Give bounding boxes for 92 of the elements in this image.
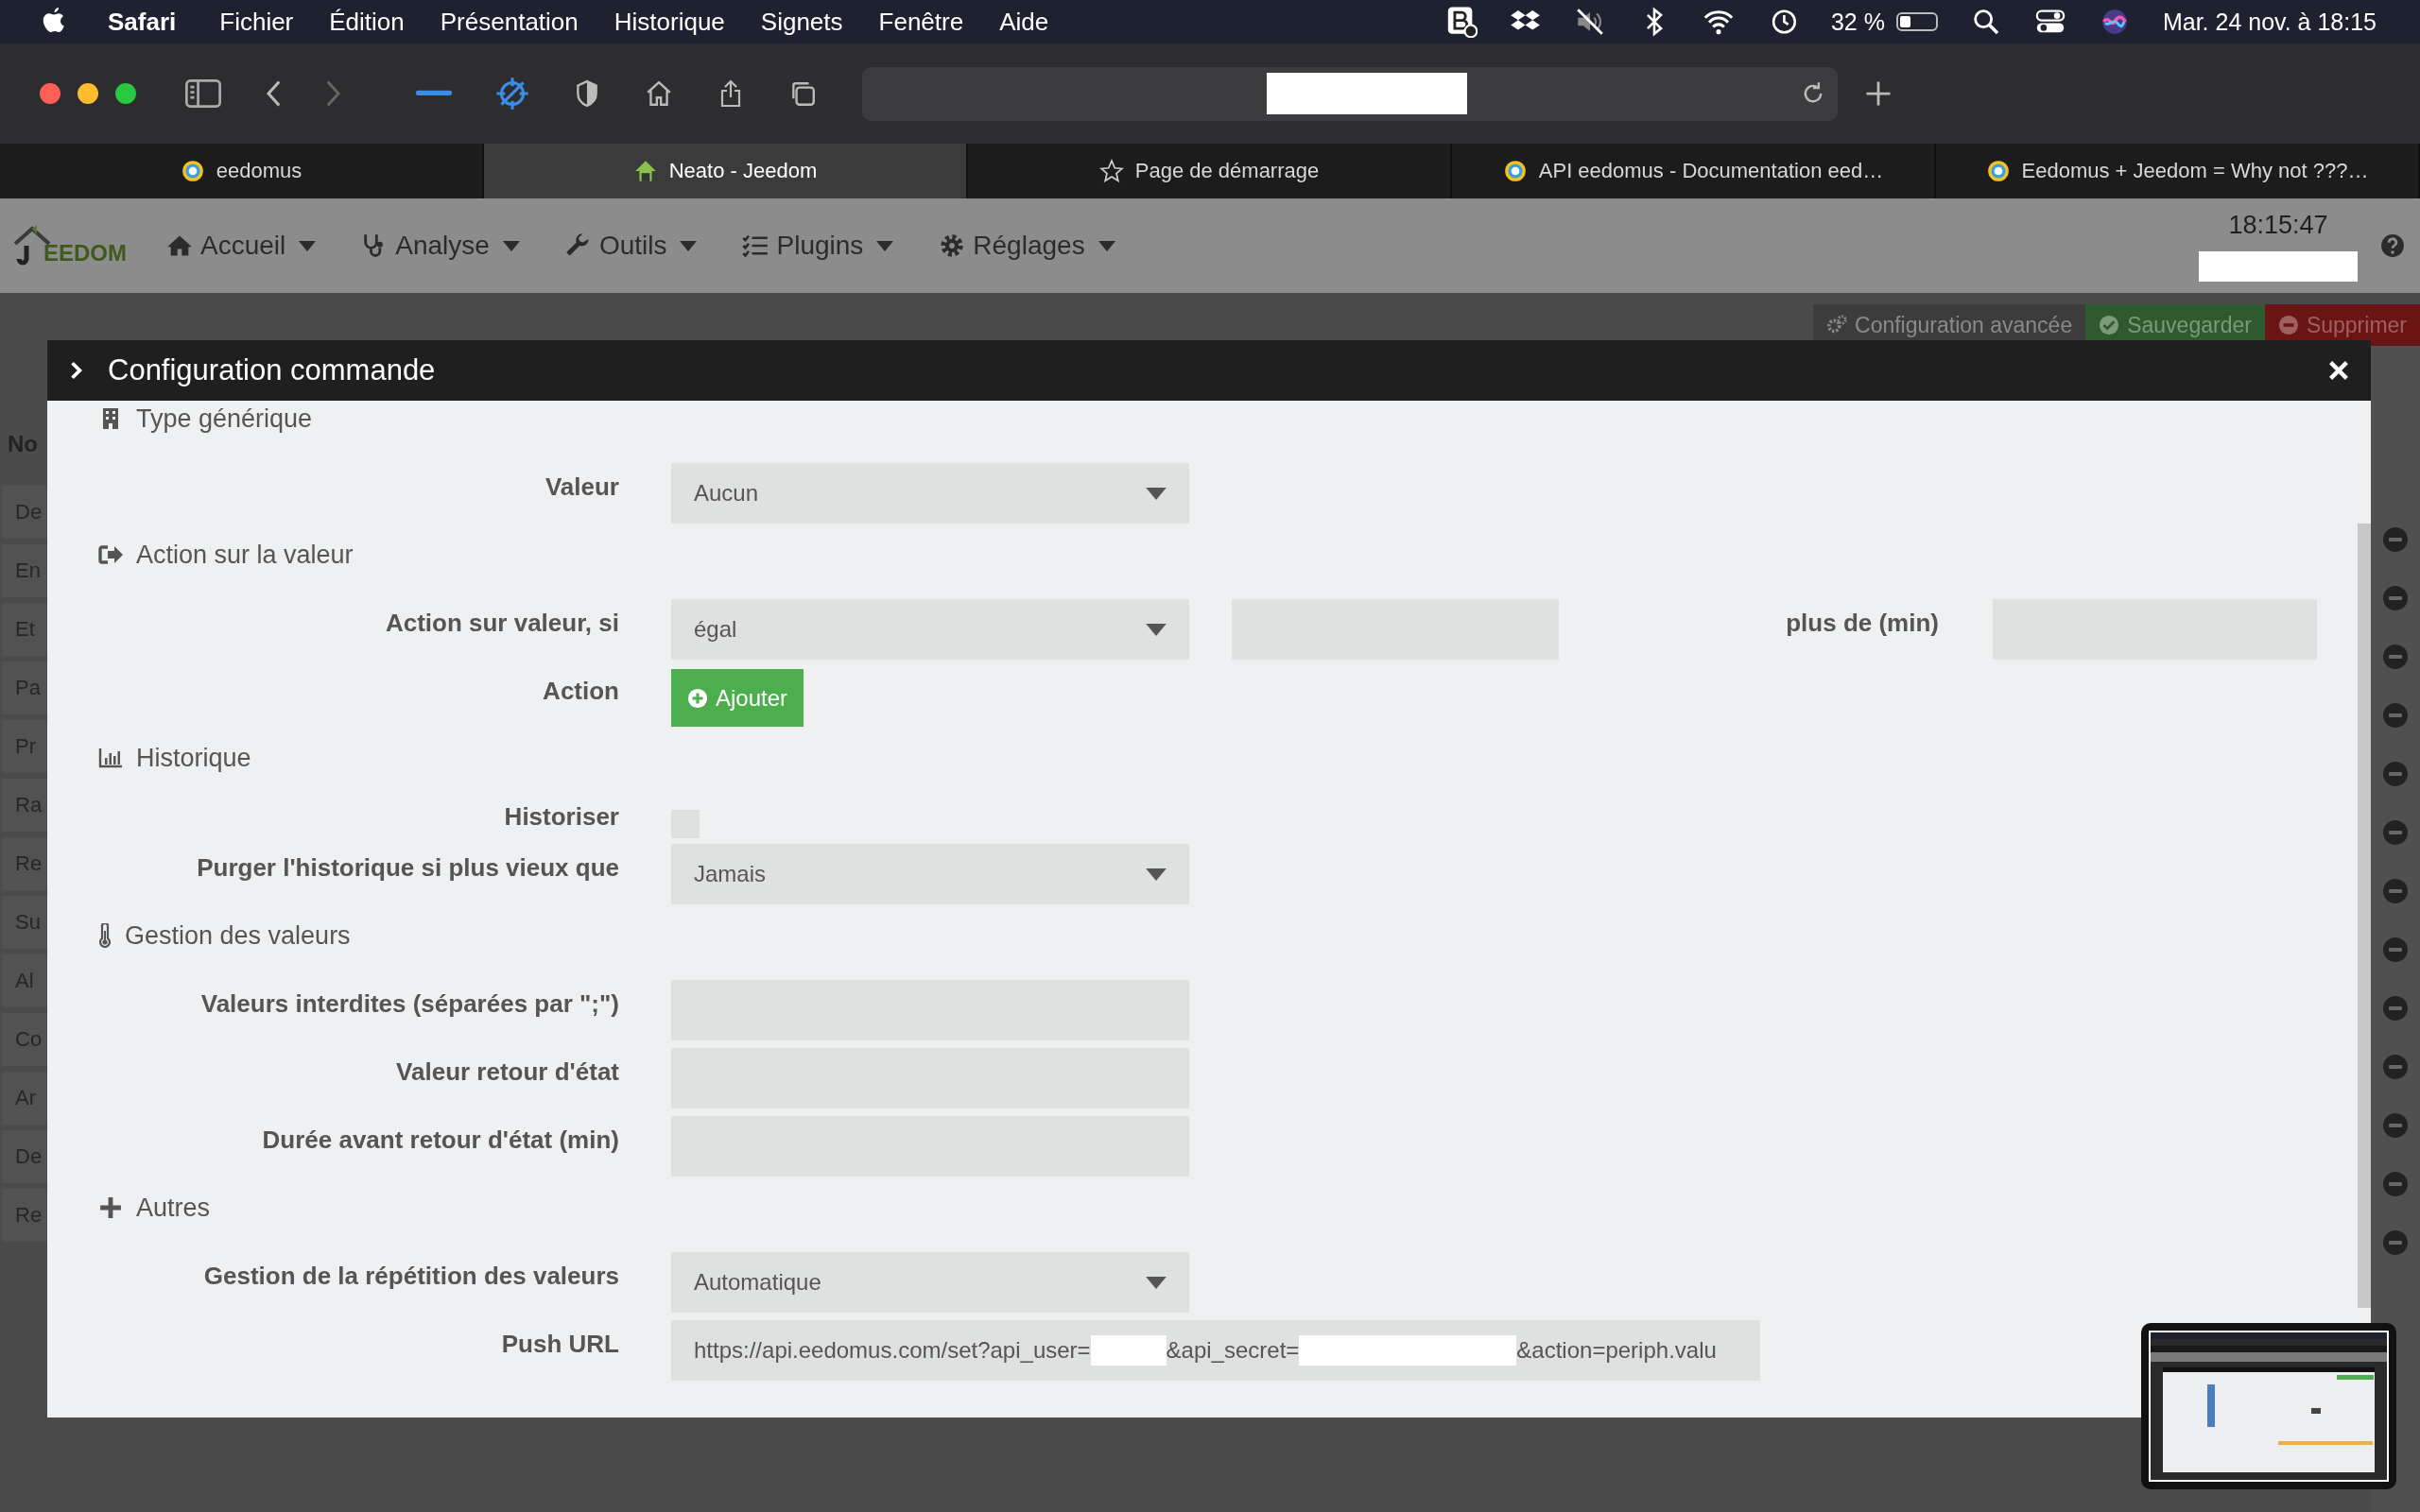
remove-icon[interactable] bbox=[2383, 1230, 2408, 1255]
sign-out-icon bbox=[98, 543, 123, 566]
new-tab-icon[interactable] bbox=[1864, 79, 1893, 108]
section-heading: Autres bbox=[136, 1193, 211, 1223]
field-label: Valeurs interdites (séparées par ";") bbox=[199, 988, 619, 1019]
circle-favicon-icon bbox=[1985, 159, 2011, 183]
gears-icon bbox=[1826, 315, 1847, 335]
caret-icon bbox=[1146, 487, 1167, 500]
field-label: Gestion de la répétition des valeurs bbox=[202, 1261, 619, 1291]
menu-bar-clock[interactable]: Mar. 24 nov. à 18:15 bbox=[2162, 8, 2377, 36]
battery-icon[interactable] bbox=[1895, 12, 1938, 31]
plus-circle-icon bbox=[686, 687, 708, 709]
chevron-icon[interactable] bbox=[70, 361, 83, 380]
check-circle-icon bbox=[2099, 315, 2120, 335]
remove-icon[interactable] bbox=[2383, 644, 2408, 669]
menu-item[interactable]: Fenêtre bbox=[878, 7, 964, 37]
section-heading: Action sur la valeur bbox=[136, 540, 354, 570]
field-label: Action bbox=[542, 676, 619, 706]
select-field[interactable]: Jamais bbox=[671, 844, 1189, 904]
remove-icon[interactable] bbox=[2383, 1113, 2408, 1138]
remove-icon[interactable] bbox=[2383, 1055, 2408, 1079]
checklist-icon bbox=[742, 232, 769, 259]
circle-favicon-icon bbox=[1502, 159, 1528, 183]
help-icon[interactable] bbox=[2380, 233, 2405, 258]
dash-icon[interactable] bbox=[416, 90, 452, 97]
star-icon bbox=[1098, 159, 1124, 183]
select-field[interactable]: Aucun bbox=[671, 463, 1189, 524]
remove-icon[interactable] bbox=[2383, 996, 2408, 1021]
nav-menu[interactable]: Outils bbox=[564, 231, 698, 261]
remove-icon[interactable] bbox=[2383, 820, 2408, 845]
zoom-window-button[interactable] bbox=[115, 83, 136, 104]
battery-percentage: 32 % bbox=[1830, 8, 1885, 36]
close-window-button[interactable] bbox=[40, 83, 60, 104]
gear-icon bbox=[939, 232, 966, 259]
nav-menu[interactable]: Analyse bbox=[361, 231, 520, 261]
menu-item[interactable]: Fichier bbox=[219, 7, 294, 37]
nav-menu[interactable]: Réglages bbox=[939, 231, 1115, 261]
nav-menu[interactable]: Accueil bbox=[166, 231, 317, 261]
menu-item[interactable]: Historique bbox=[614, 7, 725, 37]
remove-icon[interactable] bbox=[2383, 762, 2408, 786]
remove-icon[interactable] bbox=[2383, 879, 2408, 903]
remove-icon[interactable] bbox=[2383, 703, 2408, 728]
scrollbar[interactable] bbox=[2358, 524, 2371, 1308]
field-label: Valeur retour d'état bbox=[395, 1057, 619, 1087]
field-label: plus de (min) bbox=[1785, 608, 1939, 638]
field-label: Durée avant retour d'état (min) bbox=[261, 1125, 619, 1155]
select-field[interactable]: égal bbox=[671, 599, 1189, 660]
field-label: Purger l'historique si plus vieux que bbox=[196, 852, 619, 883]
caret-icon bbox=[1098, 240, 1115, 251]
url-field[interactable]: https://api.eedomus.com/set?api_user= &api_secret= &action=periph.valu bbox=[671, 1320, 1760, 1381]
section-heading: Historique bbox=[136, 743, 251, 773]
close-icon[interactable] bbox=[2327, 359, 2350, 382]
nav-menu[interactable]: Plugins bbox=[742, 231, 894, 261]
address-bar[interactable] bbox=[862, 66, 1838, 121]
remove-icon[interactable] bbox=[2383, 937, 2408, 962]
caret-icon bbox=[502, 240, 520, 251]
field-label: Valeur bbox=[544, 472, 619, 502]
thermometer-icon bbox=[98, 923, 112, 948]
remove-icon[interactable] bbox=[2383, 1172, 2408, 1196]
select-field[interactable]: Automatique bbox=[671, 1252, 1189, 1313]
caret-icon bbox=[299, 240, 317, 251]
screenshot-thumbnail-drawing[interactable] bbox=[2141, 1323, 2396, 1489]
plus-icon bbox=[98, 1196, 123, 1219]
crossed-target-icon[interactable] bbox=[495, 77, 529, 111]
circle-favicon-icon bbox=[180, 159, 205, 183]
browser-tab[interactable]: Neato - Jeedom bbox=[484, 144, 968, 198]
time-display: 18:15:47 bbox=[2228, 210, 2328, 240]
menu-item[interactable]: Aide bbox=[999, 7, 1049, 37]
sidebar-icon[interactable] bbox=[185, 79, 221, 108]
bar-chart-icon bbox=[98, 747, 123, 769]
app-menu[interactable]: Safari bbox=[108, 7, 177, 37]
minus-circle-icon bbox=[2277, 315, 2299, 335]
caret-icon bbox=[680, 240, 698, 251]
forward-icon[interactable] bbox=[325, 79, 342, 108]
menu-item[interactable]: Édition bbox=[329, 7, 405, 37]
menu-item[interactable]: Signets bbox=[760, 7, 843, 37]
home-icon[interactable] bbox=[645, 79, 673, 108]
minimize-window-button[interactable] bbox=[78, 83, 98, 104]
section-heading: Gestion des valeurs bbox=[125, 920, 351, 951]
caret-icon bbox=[876, 240, 894, 251]
back-icon[interactable] bbox=[265, 79, 282, 108]
caret-icon bbox=[1146, 868, 1167, 881]
remove-icon[interactable] bbox=[2383, 586, 2408, 610]
field-label: Historiser bbox=[503, 802, 619, 832]
section-heading: Type générique bbox=[136, 404, 313, 434]
field-label: Action sur valeur, si bbox=[384, 608, 619, 638]
caret-icon bbox=[1146, 623, 1167, 636]
remove-icon[interactable] bbox=[2383, 527, 2408, 552]
caret-icon bbox=[1146, 1276, 1167, 1289]
modal-title: Configuration commande bbox=[108, 353, 436, 387]
field-label: Push URL bbox=[500, 1329, 619, 1359]
menu-item[interactable]: Présentation bbox=[440, 7, 579, 37]
